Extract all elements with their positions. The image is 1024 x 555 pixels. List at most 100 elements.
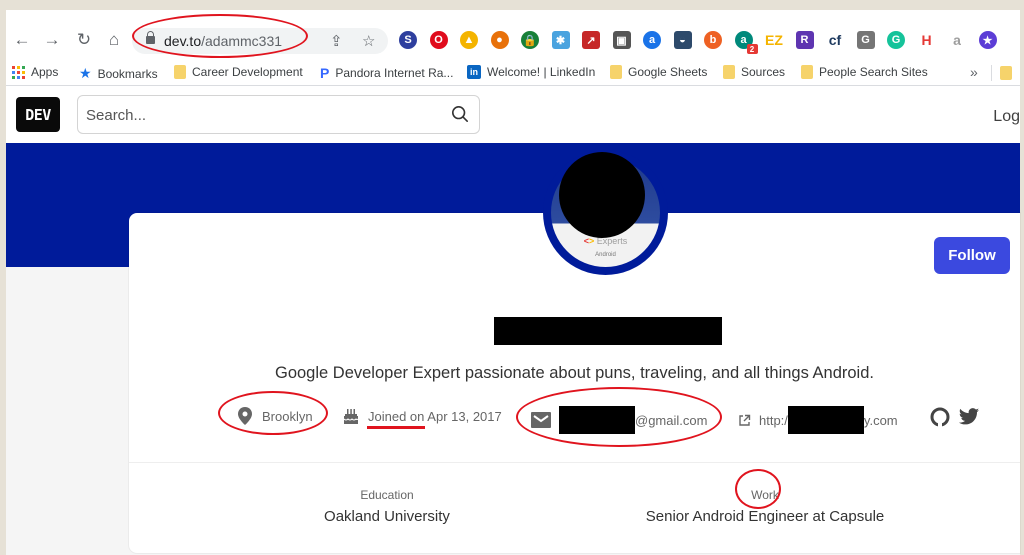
folder-icon[interactable]: [1000, 66, 1012, 80]
home-button[interactable]: ⌂: [104, 30, 124, 50]
screenshot-frame-right: [1020, 10, 1024, 555]
arrow-right-icon: →: [43, 30, 61, 49]
back-button[interactable]: ←: [12, 30, 32, 50]
bookmark-sources[interactable]: Sources: [723, 65, 785, 79]
search-input[interactable]: [86, 104, 426, 126]
star-ext-extension-icon[interactable]: ★: [978, 31, 997, 49]
bookmark-linkedin[interactable]: in Welcome! | LinkedIn: [467, 65, 595, 79]
bookmark-label: People Search Sites: [819, 65, 928, 79]
bookmarks-divider: [991, 65, 992, 81]
folder-icon: [610, 65, 622, 79]
folder-icon: [723, 65, 735, 79]
card-divider: [129, 462, 1020, 463]
profile-name-redacted: [494, 317, 722, 345]
bookmarks-overflow-button[interactable]: »: [970, 64, 978, 80]
forward-button[interactable]: →: [42, 30, 62, 50]
twitter-icon[interactable]: [958, 407, 980, 427]
lock-icon: [146, 31, 155, 44]
bookmark-label: Welcome! | LinkedIn: [487, 65, 596, 79]
lock-ext-extension-icon[interactable]: 🔒: [521, 31, 539, 49]
bookmark-career-development[interactable]: Career Development: [174, 65, 303, 79]
annotation-underline-joined: [367, 426, 425, 429]
email-redaction: [559, 406, 635, 434]
reload-button[interactable]: ↻: [74, 30, 94, 50]
education-section: Education Oakland University: [287, 488, 487, 525]
follow-button[interactable]: Follow: [934, 237, 1010, 274]
bookmark-label: Apps: [31, 65, 59, 79]
email-item[interactable]: @gmail.com: [531, 406, 707, 434]
bookmark-apps[interactable]: Apps: [12, 65, 58, 79]
bookmark-label: Sources: [741, 65, 786, 79]
bookmark-people-search-sites[interactable]: People Search Sites: [801, 65, 928, 79]
arrow-left-icon: ←: [13, 30, 31, 49]
share-icon[interactable]: ⇪: [330, 32, 343, 50]
grammarly-extension-icon[interactable]: G: [887, 31, 905, 49]
simplenote-extension-icon[interactable]: S: [399, 31, 417, 49]
mail-icon: [531, 412, 551, 428]
extension-badge: 2: [746, 44, 758, 54]
screenshot-frame-top: [0, 0, 1024, 10]
url-text[interactable]: dev.to/adammc331: [164, 33, 282, 49]
browser-toolbar: ← → ↻ ⌂ dev.to/adammc331 ⇪ ☆ S O ▲ ● 🔒 ✱ ↗ ▣ a ◒ b…: [6, 10, 1020, 60]
star-icon: ★: [79, 65, 92, 81]
pandora-icon: P: [320, 65, 330, 81]
website-prefix: http:/: [759, 412, 788, 428]
joined-text: Joined on Apr 13, 2017: [368, 408, 502, 424]
bitly-extension-icon[interactable]: b: [704, 31, 722, 49]
bookmark-pandora[interactable]: P Pandora Internet Ra...: [320, 65, 453, 81]
search-box[interactable]: [77, 95, 480, 134]
screen-ext-extension-icon[interactable]: ▣: [612, 31, 631, 49]
bookmark-google-sheets[interactable]: Google Sheets: [610, 65, 707, 79]
location-text: Brooklyn: [262, 408, 313, 424]
avatar-redaction: [559, 152, 645, 238]
email-text: @gmail.com: [635, 412, 708, 428]
cake-icon: [343, 409, 359, 424]
amazon-assistant-extension-icon[interactable]: a: [643, 31, 661, 49]
profile-bio: Google Developer Expert passionate about…: [275, 364, 874, 382]
dev-logo[interactable]: DEV: [16, 97, 60, 132]
window-ext-extension-icon[interactable]: ◒: [673, 31, 692, 49]
website-redaction: [787, 406, 864, 434]
bookmark-label: Google Sheets: [628, 65, 708, 79]
cf-ext-extension-icon[interactable]: cf: [826, 31, 844, 49]
chrome-ext-extension-icon[interactable]: ●: [490, 31, 509, 49]
search-icon[interactable]: [451, 105, 469, 123]
github-icon[interactable]: [930, 407, 950, 427]
url-host: dev.to: [164, 33, 202, 49]
bookmark-star-icon[interactable]: ☆: [362, 32, 375, 50]
joined-item: Joined on Apr 13, 2017: [342, 406, 502, 426]
opera-extension-icon[interactable]: O: [429, 31, 448, 49]
login-link[interactable]: Log: [993, 108, 1020, 126]
bookmark-label: Career Development: [192, 65, 303, 79]
bookmark-bookmarks[interactable]: ★ Bookmarks: [79, 65, 158, 82]
bookmarks-bar: Apps ★ Bookmarks Career Development P Pa…: [6, 60, 1020, 86]
bookmark-label: Pandora Internet Ra...: [335, 66, 454, 80]
a-ext-extension-icon[interactable]: a2: [734, 31, 758, 54]
work-value: Senior Android Engineer at Capsule: [645, 508, 885, 525]
folder-icon: [801, 65, 813, 79]
folder-icon: [174, 65, 186, 79]
bookmark-label: Bookmarks: [97, 66, 158, 81]
linkedin-icon: in: [467, 65, 481, 79]
h-ext-extension-icon[interactable]: H: [918, 31, 936, 49]
paint-ext-extension-icon[interactable]: ✱: [551, 31, 570, 49]
location-pin-icon: [238, 407, 252, 425]
url-path: /adammc331: [201, 33, 283, 49]
reload-icon: ↻: [76, 30, 92, 49]
google-drive-extension-icon[interactable]: ▲: [460, 31, 478, 49]
ez-ext-extension-icon[interactable]: EZ: [765, 31, 783, 49]
website-item[interactable]: http:/ y.com: [738, 406, 898, 434]
a-gray-ext-extension-icon[interactable]: a: [948, 31, 966, 49]
dev-header: DEV Log: [6, 87, 1020, 143]
work-label: Work: [751, 488, 779, 502]
r-ext-extension-icon[interactable]: R: [795, 31, 814, 49]
education-label: Education: [360, 488, 414, 502]
work-section: Work Senior Android Engineer at Capsule: [615, 488, 915, 525]
avatar-badge-subtext: Android: [595, 252, 616, 258]
education-value: Oakland University: [324, 508, 450, 525]
apps-grid-icon: [12, 65, 25, 79]
home-icon: ⌂: [108, 30, 120, 49]
address-bar[interactable]: dev.to/adammc331 ⇪ ☆: [132, 28, 388, 54]
arrow-ext-extension-icon[interactable]: ↗: [582, 31, 600, 49]
g-ext-extension-icon[interactable]: G: [856, 31, 875, 49]
